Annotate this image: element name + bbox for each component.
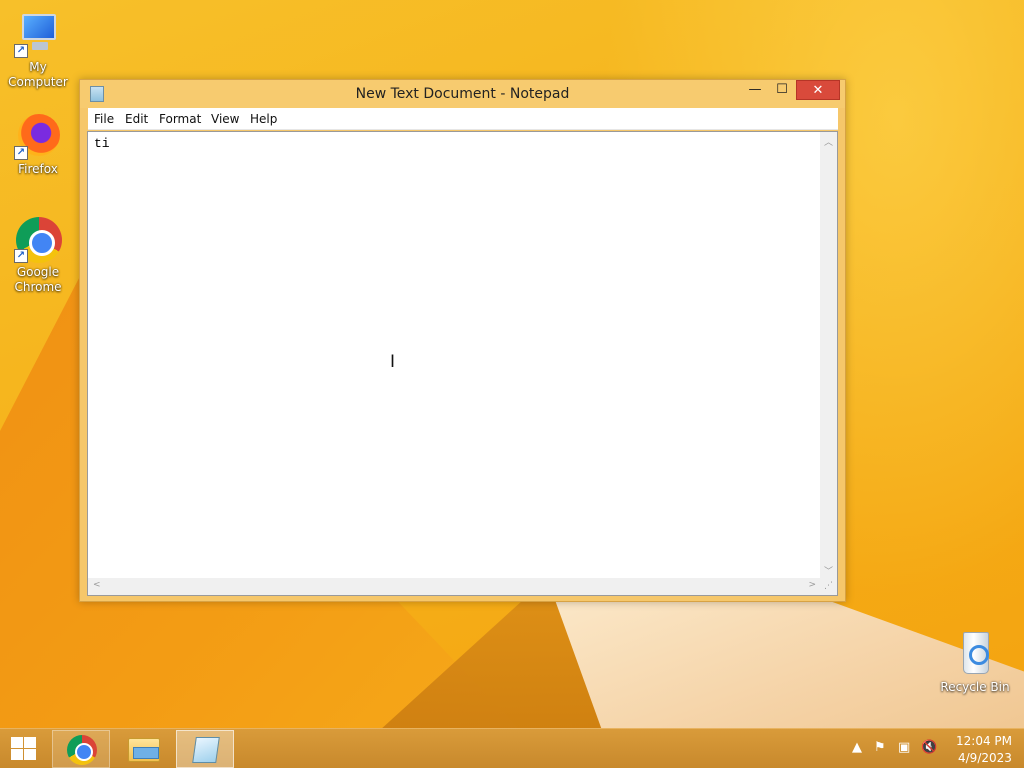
menu-edit[interactable]: Edit <box>125 112 148 126</box>
clock-time[interactable]: 12:04 PM <box>956 734 1012 748</box>
desktop-icon-my-computer[interactable]: ↗ My Computer <box>0 10 76 90</box>
clock-date[interactable]: 4/9/2023 <box>958 751 1012 765</box>
system-tray: ▲ ⚑ ▣ 🔇 12:04 PM 4/9/2023 <box>848 729 1024 768</box>
shortcut-arrow-icon: ↗ <box>14 249 28 263</box>
window-title: New Text Document - Notepad <box>355 86 570 102</box>
taskbar-notepad-button[interactable] <box>176 730 234 768</box>
scroll-left-icon[interactable]: < <box>93 580 101 590</box>
ibeam-cursor-icon: I <box>390 352 396 372</box>
windows-logo-icon <box>11 737 23 748</box>
desktop-icon-label: Google Chrome <box>14 265 62 294</box>
title-bar[interactable]: New Text Document - Notepad — ☐ ✕ <box>80 80 845 108</box>
chrome-icon <box>67 735 97 765</box>
desktop-icon-firefox[interactable]: ↗ Firefox <box>0 112 76 177</box>
desktop-icon-label: My Computer <box>8 60 68 89</box>
windows-logo-icon <box>11 749 23 760</box>
vertical-scrollbar[interactable]: ︿ ﹀ <box>820 132 837 580</box>
desktop-icon-chrome[interactable]: ↗ Google Chrome <box>0 215 76 295</box>
horizontal-scrollbar[interactable]: < > <box>88 578 821 595</box>
menu-view[interactable]: View <box>211 112 239 126</box>
editor-content: ti <box>94 136 110 151</box>
chrome-icon: ↗ <box>14 215 62 263</box>
menu-file[interactable]: File <box>94 112 114 126</box>
volume-muted-icon[interactable]: 🔇 <box>921 740 937 755</box>
taskbar-chrome-button[interactable] <box>52 730 110 768</box>
shortcut-arrow-icon: ↗ <box>14 146 28 160</box>
scroll-up-icon[interactable]: ︿ <box>824 135 833 148</box>
minimize-button[interactable]: — <box>742 80 768 100</box>
network-icon[interactable]: ▣ <box>898 740 910 755</box>
computer-icon: ↗ <box>14 10 62 58</box>
desktop-icon-label: Recycle Bin <box>940 680 1010 694</box>
start-button[interactable] <box>0 729 48 768</box>
scroll-down-icon[interactable]: ﹀ <box>824 564 833 577</box>
text-editor[interactable]: ti ︿ ﹀ < > ⋰ <box>87 131 838 596</box>
desktop-icon-label: Firefox <box>18 162 58 176</box>
menu-help[interactable]: Help <box>250 112 277 126</box>
flag-icon[interactable]: ⚑ <box>874 740 886 755</box>
windows-logo-icon <box>24 737 36 748</box>
menu-format[interactable]: Format <box>159 112 201 126</box>
notepad-icon <box>192 737 220 763</box>
taskbar: ▲ ⚑ ▣ 🔇 12:04 PM 4/9/2023 <box>0 728 1024 768</box>
menu-bar: File Edit Format View Help <box>88 108 838 130</box>
scroll-right-icon[interactable]: > <box>808 580 816 590</box>
folder-icon <box>128 738 160 762</box>
taskbar-file-explorer-button[interactable] <box>113 730 171 768</box>
shortcut-arrow-icon: ↗ <box>14 44 28 58</box>
notepad-window[interactable]: New Text Document - Notepad — ☐ ✕ File E… <box>79 79 846 602</box>
recycle-bin-icon <box>951 630 999 678</box>
firefox-icon: ↗ <box>14 112 62 160</box>
resize-grip-icon[interactable]: ⋰ <box>820 578 837 595</box>
close-button[interactable]: ✕ <box>796 80 840 100</box>
windows-logo-icon <box>24 749 36 760</box>
chevron-up-icon[interactable]: ▲ <box>852 740 862 755</box>
desktop-icon-recycle-bin[interactable]: Recycle Bin <box>937 630 1013 695</box>
maximize-button[interactable]: ☐ <box>769 80 795 100</box>
